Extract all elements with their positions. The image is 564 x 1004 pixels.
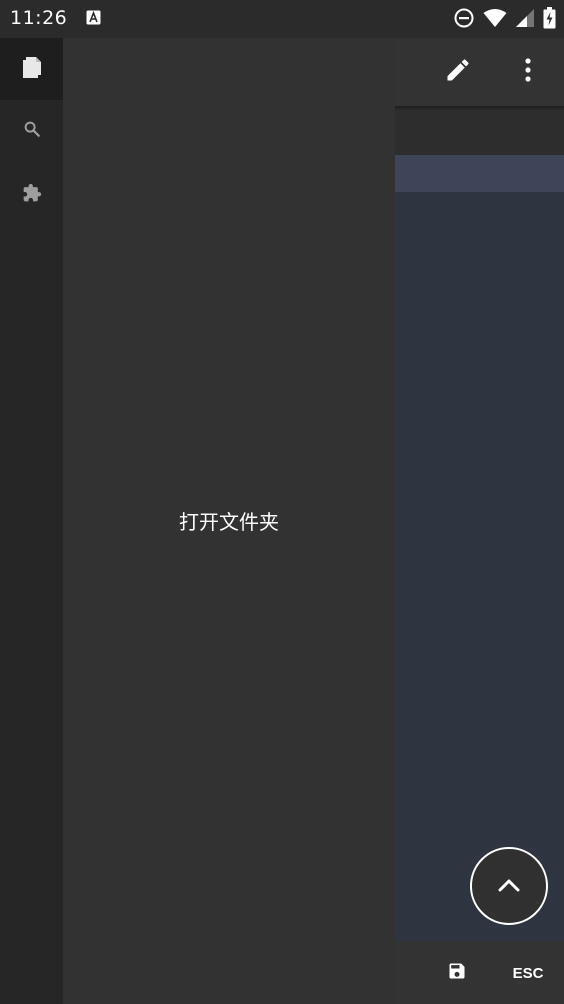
status-icons bbox=[453, 7, 556, 29]
save-floppy-icon bbox=[447, 961, 467, 985]
do-not-disturb-icon bbox=[453, 7, 475, 29]
status-time: 11:26 bbox=[10, 7, 68, 29]
edit-pencil-icon bbox=[444, 56, 472, 88]
rail-item-extensions[interactable] bbox=[0, 164, 63, 226]
accessibility-a-icon bbox=[86, 10, 101, 25]
battery-charging-icon bbox=[543, 7, 556, 29]
files-icon bbox=[22, 55, 42, 83]
more-options-button[interactable] bbox=[508, 50, 548, 94]
save-button[interactable] bbox=[436, 952, 478, 994]
file-drawer: 打开文件夹 bbox=[63, 38, 395, 1004]
rail-item-files[interactable] bbox=[0, 38, 63, 100]
open-folder-button[interactable]: 打开文件夹 bbox=[63, 506, 395, 535]
esc-button[interactable]: ESC bbox=[502, 952, 554, 994]
extension-puzzle-icon bbox=[22, 183, 42, 207]
chevron-up-icon bbox=[498, 877, 520, 896]
status-bar: 11:26 bbox=[0, 0, 564, 38]
side-rail bbox=[0, 38, 63, 1004]
search-icon bbox=[23, 120, 41, 142]
app-screen: 11:26 ESC 打开文件夹 bbox=[0, 0, 564, 1004]
cellular-signal-icon bbox=[515, 8, 535, 28]
rail-item-search[interactable] bbox=[0, 100, 63, 162]
more-vert-icon bbox=[524, 57, 532, 87]
wifi-icon bbox=[483, 8, 507, 28]
edit-button[interactable] bbox=[436, 50, 480, 94]
scroll-up-fab[interactable] bbox=[470, 847, 548, 925]
